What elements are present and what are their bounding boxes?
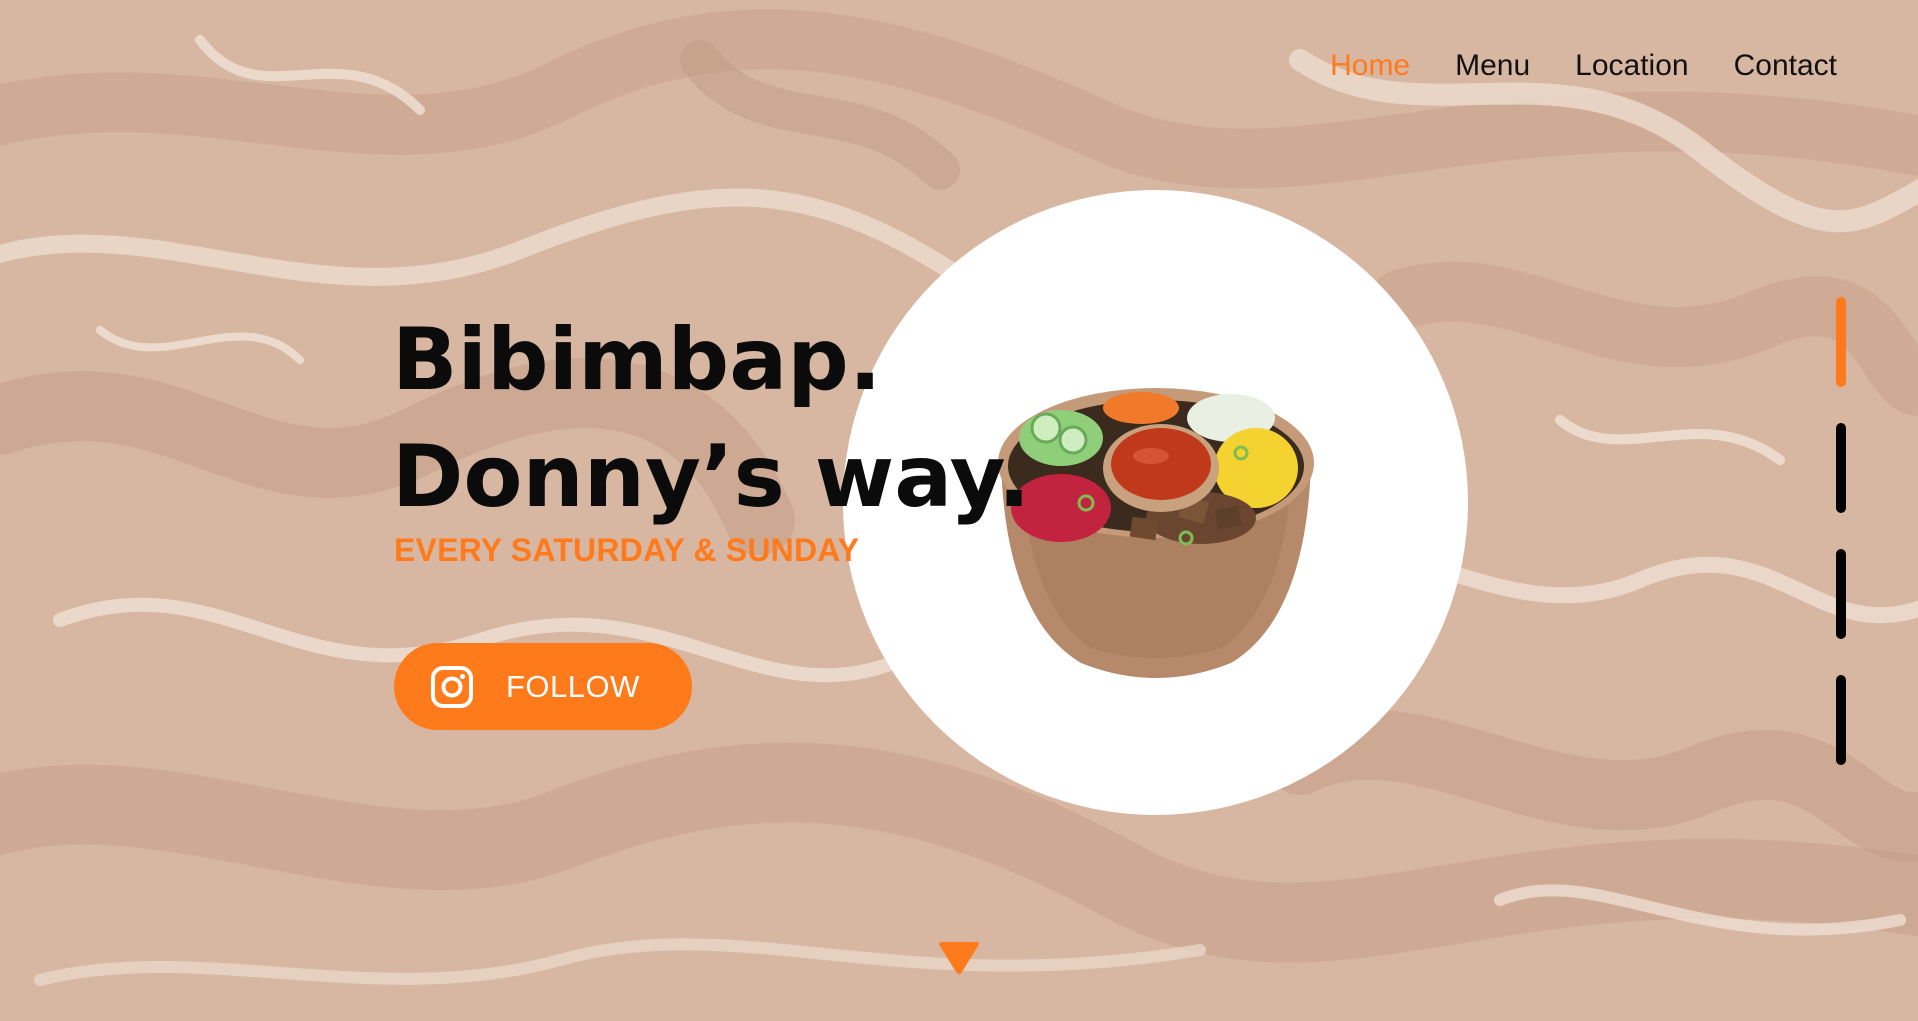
bibimbap-bowl-image bbox=[998, 388, 1314, 678]
slide-indicator-3[interactable] bbox=[1836, 549, 1846, 639]
slide-indicators bbox=[1836, 297, 1846, 765]
triangle-down-icon[interactable] bbox=[937, 938, 981, 978]
follow-button-label: FOLLOW bbox=[506, 668, 640, 704]
follow-button[interactable]: FOLLOW bbox=[394, 643, 692, 730]
slide-indicator-2[interactable] bbox=[1836, 423, 1846, 513]
nav-item-home[interactable]: Home bbox=[1330, 46, 1410, 86]
slide-indicator-1[interactable] bbox=[1836, 297, 1846, 387]
nav-item-location[interactable]: Location bbox=[1575, 46, 1688, 86]
nav-item-contact[interactable]: Contact bbox=[1734, 46, 1837, 86]
main-nav: Home Menu Location Contact bbox=[1330, 46, 1837, 86]
hero-title-line-2: Donny’s way. bbox=[392, 427, 1031, 527]
slide-indicator-4[interactable] bbox=[1836, 675, 1846, 765]
hero-title-line-1: Bibimbap. bbox=[392, 310, 882, 410]
instagram-icon bbox=[431, 665, 473, 708]
nav-item-menu[interactable]: Menu bbox=[1455, 46, 1530, 86]
hero-title: Bibimbap. Donny’s way. bbox=[392, 302, 1030, 536]
hero-subtitle: EVERY SATURDAY & SUNDAY bbox=[394, 532, 860, 568]
